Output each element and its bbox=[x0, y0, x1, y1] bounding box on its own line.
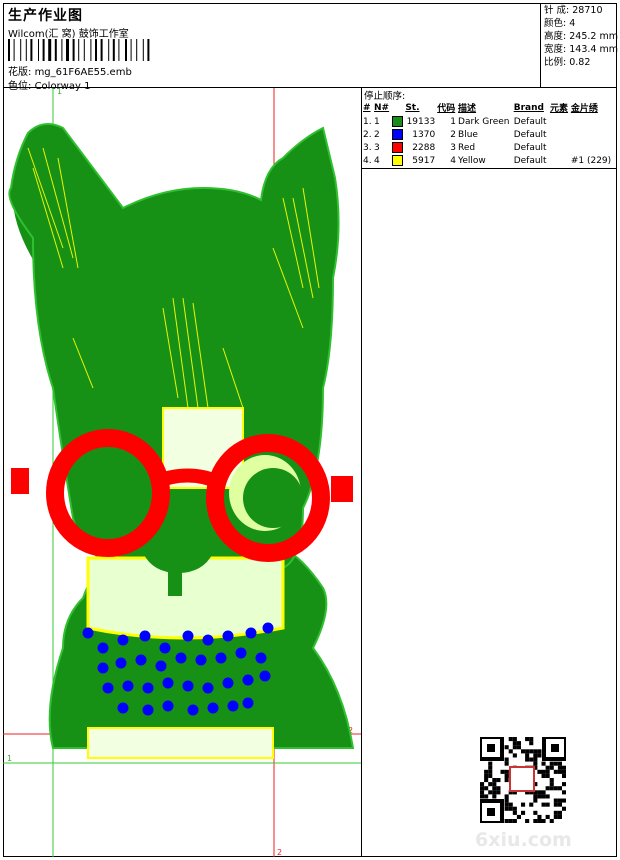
row-sequin bbox=[570, 141, 614, 154]
stat-width-label: 宽度: bbox=[544, 44, 567, 55]
color-swatch bbox=[391, 155, 403, 166]
col-swatch bbox=[391, 100, 405, 115]
dog-embroidery bbox=[8, 123, 355, 759]
row-description: Red bbox=[458, 142, 476, 153]
stat-height-label: 高度: bbox=[544, 31, 567, 42]
stop-sequence-header-row: # N# St. 代码 描述 Brand 元素 金片绣 bbox=[362, 100, 614, 115]
stop-sequence-table: # N# St. 代码 描述 Brand 元素 金片绣 1. 1 19133 1 Dar… bbox=[362, 100, 614, 167]
page-title: 生产作业图 bbox=[8, 8, 83, 24]
row-element bbox=[549, 128, 570, 141]
stat-colors-label: 颜色: bbox=[544, 18, 567, 29]
stat-colors: 颜色: 4 bbox=[544, 17, 617, 30]
row-stitches: 1370 bbox=[412, 129, 436, 140]
guide-marker-top: 1 bbox=[57, 88, 62, 96]
row-brand: Default bbox=[513, 155, 547, 166]
color-swatch bbox=[391, 116, 403, 127]
col-brand: Brand bbox=[513, 102, 544, 113]
watermark-text: 6xiu.com bbox=[475, 829, 572, 851]
stat-colors-value: 4 bbox=[569, 18, 576, 29]
stop-sequence-row: 3. 3 2288 3 Red Default bbox=[362, 141, 614, 154]
row-code: 4 bbox=[450, 155, 457, 166]
row-stitches: 5917 bbox=[412, 155, 436, 166]
stat-scale-value: 0.82 bbox=[569, 57, 591, 68]
color-swatch-cell bbox=[391, 154, 405, 167]
row-element bbox=[549, 115, 570, 128]
col-description: 描述 bbox=[458, 104, 477, 114]
row-code: 3 bbox=[450, 142, 457, 153]
col-hash: # bbox=[363, 102, 371, 113]
stop-sequence-row: 4. 4 5917 4 Yellow Default #1 (229) bbox=[362, 154, 614, 167]
stat-scale-label: 比例: bbox=[544, 57, 567, 68]
stop-sequence-divider bbox=[362, 168, 617, 169]
stat-height-value: 245.2 mm bbox=[569, 31, 618, 42]
col-code: 代码 bbox=[437, 104, 456, 114]
row-number: 4. bbox=[363, 155, 372, 166]
stat-stitches-value: 28710 bbox=[572, 5, 603, 16]
row-needle: 2 bbox=[374, 129, 380, 140]
stat-stitches-label: 针 成: bbox=[544, 5, 570, 16]
embroidery-preview: 1 1 2 2 bbox=[3, 88, 361, 857]
row-description: Yellow bbox=[458, 155, 486, 166]
row-needle: 1 bbox=[374, 116, 380, 127]
stop-sequence-panel: 停止顺序: # N# St. 代码 描述 Brand 元素 金片绣 1. 1 191… bbox=[362, 88, 617, 857]
row-needle: 4 bbox=[374, 155, 380, 166]
row-sequin: #1 (229) bbox=[570, 155, 612, 166]
guide-marker-left: 1 bbox=[7, 754, 12, 763]
row-description: Dark Green bbox=[458, 116, 510, 127]
guide-marker-bottom: 2 bbox=[277, 848, 282, 857]
design-stats: 针 成: 28710 颜色: 4 高度: 245.2 mm 宽度: 143.4 … bbox=[540, 3, 618, 88]
row-stitches: 2288 bbox=[412, 142, 436, 153]
row-code: 1 bbox=[450, 116, 457, 127]
stat-stitches: 针 成: 28710 bbox=[544, 4, 617, 17]
row-sequin bbox=[570, 115, 614, 128]
row-element bbox=[549, 141, 570, 154]
row-needle: 3 bbox=[374, 142, 380, 153]
row-brand: Default bbox=[513, 116, 547, 127]
stop-sequence-row: 1. 1 19133 1 Dark Green Default bbox=[362, 115, 614, 128]
barcode bbox=[8, 39, 150, 61]
row-stitches: 19133 bbox=[406, 116, 436, 127]
color-swatch bbox=[391, 129, 403, 140]
col-n: N# bbox=[374, 102, 390, 113]
row-number: 2. bbox=[363, 129, 372, 140]
row-code: 2 bbox=[450, 129, 457, 140]
row-number: 1. bbox=[363, 116, 372, 127]
header: 生产作业图 Wilcom(汇 窝) 鼓饰工作室 花版: mg_61F6AE55.… bbox=[3, 3, 618, 92]
row-number: 3. bbox=[363, 142, 372, 153]
qr-logo bbox=[509, 766, 535, 792]
stat-height: 高度: 245.2 mm bbox=[544, 30, 618, 43]
col-sequin: 金片绣 bbox=[570, 104, 598, 114]
color-swatch-cell bbox=[391, 141, 405, 154]
color-swatch-cell bbox=[391, 128, 405, 141]
col-stitches: St. bbox=[405, 102, 420, 113]
color-swatch bbox=[391, 142, 403, 153]
row-brand: Default bbox=[513, 129, 547, 140]
row-element bbox=[549, 154, 570, 167]
design-preview-panel: 1 1 2 2 bbox=[3, 88, 362, 857]
stat-scale: 比例: 0.82 bbox=[544, 56, 617, 69]
stat-width: 宽度: 143.4 mm bbox=[544, 43, 618, 56]
qr-code bbox=[480, 737, 566, 823]
company-name: Wilcom(汇 窝) 鼓饰工作室 bbox=[8, 29, 129, 40]
row-brand: Default bbox=[513, 142, 547, 153]
col-element: 元素 bbox=[550, 104, 569, 114]
row-description: Blue bbox=[458, 129, 478, 140]
stat-width-value: 143.4 mm bbox=[569, 44, 618, 55]
row-sequin bbox=[570, 128, 614, 141]
design-file-line: 花版: mg_61F6AE55.emb bbox=[8, 63, 132, 78]
stop-sequence-row: 2. 2 1370 2 Blue Default bbox=[362, 128, 614, 141]
color-swatch-cell bbox=[391, 115, 405, 128]
